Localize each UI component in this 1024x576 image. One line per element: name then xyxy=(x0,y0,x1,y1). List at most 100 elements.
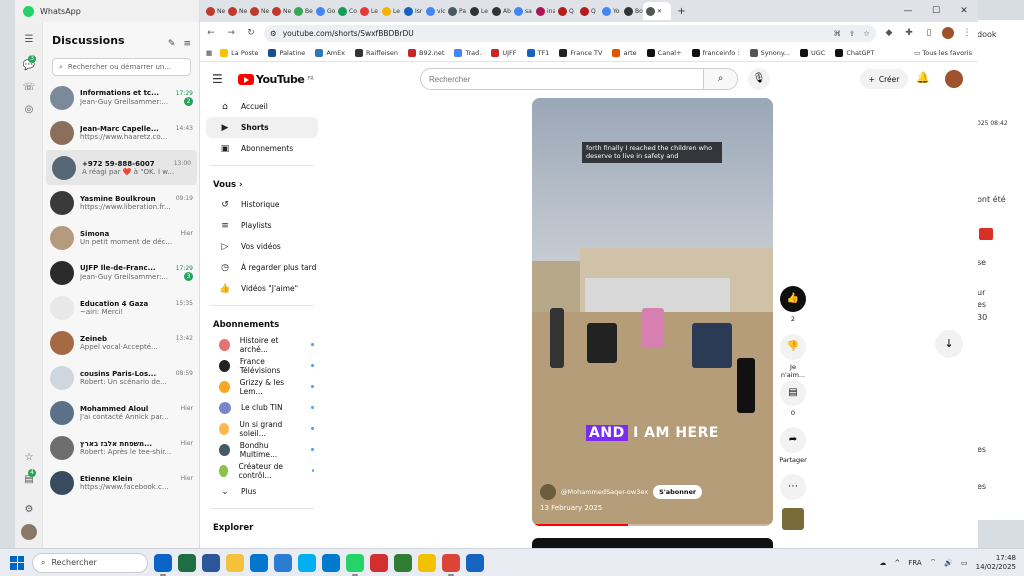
sidebar-nav-item[interactable]: ▣ Abonnements xyxy=(206,138,318,159)
new-tab-button[interactable]: + xyxy=(671,2,689,20)
maximize-icon[interactable]: ☐ xyxy=(922,6,950,16)
bookmark-item[interactable]: TF1 xyxy=(526,48,549,57)
translate-icon[interactable]: ⌘ xyxy=(833,29,841,38)
chat-list-item[interactable]: Yasmine Boulkroun 09:19 https://www.libera… xyxy=(44,185,199,220)
bookmark-item[interactable]: UJFF xyxy=(491,48,517,57)
minimize-icon[interactable]: — xyxy=(894,6,922,16)
shorts-video-player[interactable]: forth finally I reached the children who… xyxy=(532,98,773,526)
youtube-logo[interactable]: YouTube FR xyxy=(238,73,314,86)
search-input[interactable]: ⌕ Rechercher ou démarrer un... xyxy=(52,58,191,76)
next-video-button[interactable]: ↓ xyxy=(935,330,963,358)
share-arrow-icon[interactable]: ➦ xyxy=(780,427,806,453)
sound-thumbnail[interactable] xyxy=(782,508,804,530)
browser-tab[interactable]: Bo xyxy=(621,2,643,20)
excel-app-icon[interactable] xyxy=(178,553,196,572)
extension-icon[interactable]: ◆ xyxy=(882,28,896,38)
browser-tab[interactable]: Ne xyxy=(203,2,225,20)
chat-list-item[interactable]: Mohammed Aloul Hier J'ai contacté Annick p… xyxy=(44,395,199,430)
search-button[interactable]: ⌕ xyxy=(703,69,737,89)
menu-icon[interactable]: ☰ xyxy=(21,32,37,48)
share-icon[interactable]: ⇪ xyxy=(849,29,855,38)
subscription-item[interactable]: Histoire et arché... xyxy=(206,334,318,355)
comment-icon[interactable]: ▤ xyxy=(780,380,806,406)
kebab-menu-icon[interactable]: ⋮ xyxy=(960,28,974,38)
more-subscriptions[interactable]: ⌄ Plus xyxy=(206,481,318,502)
site-info-icon[interactable]: ⚙ xyxy=(270,29,277,38)
hamburger-icon[interactable]: ☰ xyxy=(212,72,232,86)
browser-tab[interactable]: Q xyxy=(577,2,599,20)
comment-action[interactable]: ▤ 0 xyxy=(778,380,808,417)
video-progress-bar[interactable] xyxy=(532,524,773,526)
chat-list-item[interactable]: Zeineb 13:42 Appel vocal·Accepté... xyxy=(44,325,199,360)
vpn-app-icon[interactable] xyxy=(466,553,484,572)
close-window-icon[interactable]: ✕ xyxy=(950,6,978,16)
chat-list-item[interactable]: Education 4 Gaza 15:35 ~airi: Merci! xyxy=(44,290,199,325)
bookmark-item[interactable]: UGC xyxy=(799,48,825,57)
browser-tab[interactable]: Yo xyxy=(599,2,621,20)
bookmark-item[interactable]: ChatGPT xyxy=(835,48,874,57)
store-app-icon[interactable] xyxy=(274,553,292,572)
back-icon[interactable]: ← xyxy=(204,28,218,38)
archive-icon[interactable]: ▤ 4 xyxy=(21,469,37,488)
sidebar-nav-item[interactable]: ▶ Shorts xyxy=(206,117,318,138)
dislike-action[interactable]: 👎 Je n'aim... xyxy=(778,334,808,379)
youtube-search-input[interactable] xyxy=(421,69,703,89)
chat-list-item[interactable]: cousins Paris-Los... 08:59 Robert: Un scén… xyxy=(44,360,199,395)
bookmark-item[interactable]: Raiffeisen xyxy=(355,48,398,57)
subscription-item[interactable]: Un si grand soleil... xyxy=(206,418,318,439)
explorer-app-icon[interactable] xyxy=(226,553,244,572)
subscription-item[interactable]: Créateur de contrôl... xyxy=(206,460,318,481)
wifi-icon[interactable]: ⌔ xyxy=(930,558,937,567)
sidebar-you-item[interactable]: ↺ Historique xyxy=(206,194,318,215)
acrobat-app-icon[interactable] xyxy=(370,553,388,572)
bookmark-item[interactable]: arte xyxy=(612,48,637,57)
vscode-app-icon[interactable] xyxy=(322,553,340,572)
browser-tab[interactable]: Q xyxy=(555,2,577,20)
address-bar[interactable]: ⚙ youtube.com/shorts/SwxfBBDBrDU ⌘ ⇪ ☆ xyxy=(264,24,876,42)
sidebar-you-item[interactable]: 👍 Vidéos "J'aime" xyxy=(206,278,318,299)
profile-icon[interactable] xyxy=(942,27,954,39)
browser-tab[interactable]: Pa xyxy=(445,2,467,20)
taskbar-search[interactable]: ⌕ Rechercher xyxy=(32,552,148,573)
language-indicator[interactable]: FRA xyxy=(908,559,921,567)
status-icon[interactable]: ◎ xyxy=(21,102,37,118)
create-button[interactable]: + Créer xyxy=(860,69,908,89)
close-icon[interactable]: ✕ xyxy=(657,8,662,15)
settings-icon[interactable]: ⚙ xyxy=(21,502,37,518)
subscription-item[interactable]: Le club TIN xyxy=(206,397,318,418)
bell-icon[interactable]: 🔔 xyxy=(916,71,930,84)
chat-list-item[interactable]: UJFP Île-de-Franc... 17:29 Jean-Guy Greils… xyxy=(44,255,199,290)
browser-tab[interactable]: Le xyxy=(357,2,379,20)
browser-tab[interactable]: Go xyxy=(313,2,335,20)
browser-tab[interactable]: Isr xyxy=(401,2,423,20)
filter-icon[interactable]: ≡ xyxy=(183,39,191,49)
all-bookmarks-folder[interactable]: ▭ Tous les favoris xyxy=(914,49,972,57)
forward-icon[interactable]: → xyxy=(224,28,238,38)
mic-icon[interactable]: 🎙 xyxy=(748,68,770,90)
browser-tab[interactable]: vic xyxy=(423,2,445,20)
bookmark-star-icon[interactable]: ☆ xyxy=(863,29,870,38)
subscription-item[interactable]: Bondhu Multime... xyxy=(206,439,318,460)
browser-tab[interactable]: Ab xyxy=(489,2,511,20)
user-avatar[interactable] xyxy=(945,70,963,88)
browser-tab[interactable]: Ne xyxy=(247,2,269,20)
subscription-item[interactable]: Grizzy & les Lem... xyxy=(206,376,318,397)
browser-tab[interactable]: Co xyxy=(335,2,357,20)
word-app-icon[interactable] xyxy=(202,553,220,572)
browser-tab[interactable]: ina xyxy=(533,2,555,20)
reload-icon[interactable]: ↻ xyxy=(244,28,258,38)
chat-list-item[interactable]: Simona Hier Un petit moment de déc... xyxy=(44,220,199,255)
browser-tab[interactable]: Be xyxy=(291,2,313,20)
chat-list-item[interactable]: Jean-Marc Capelle... 14:43 https://www.haa… xyxy=(44,115,199,150)
bookmark-item[interactable]: La Poste xyxy=(220,48,258,57)
puzzle-icon[interactable]: ✚ xyxy=(902,28,916,38)
norton-app-icon[interactable] xyxy=(418,553,436,572)
sidebar-you-item[interactable]: ◷ À regarder plus tard xyxy=(206,257,318,278)
chevron-up-icon[interactable]: ^ xyxy=(894,559,900,567)
channel-name[interactable]: @MohammedSaqer-ow3ex xyxy=(561,488,648,496)
thumbs-up-icon[interactable]: 👍 xyxy=(780,286,806,312)
you-header[interactable]: Vous › xyxy=(200,172,324,194)
weather-icon[interactable]: ☁ xyxy=(879,559,886,567)
volume-icon[interactable]: 🔊 xyxy=(944,559,953,567)
browser-tab[interactable]: Ne xyxy=(225,2,247,20)
